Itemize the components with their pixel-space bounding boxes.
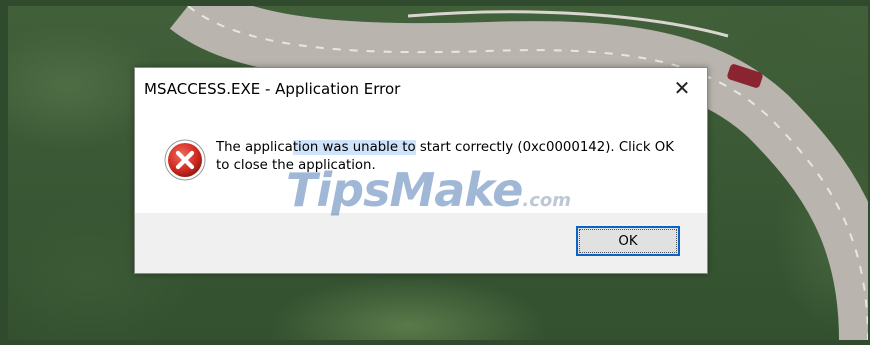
message-selected-text: tion was unable to: [292, 140, 416, 155]
watermark: TipsMake.com: [286, 163, 571, 217]
dialog-footer: OK: [135, 213, 707, 273]
ok-button[interactable]: OK: [576, 226, 680, 256]
dialog-titlebar[interactable]: MSACCESS.EXE - Application Error ✕: [135, 68, 707, 110]
dialog-title: MSACCESS.EXE - Application Error: [144, 80, 401, 98]
message-text-start: The applica: [216, 140, 293, 155]
watermark-main: TipsMake: [286, 163, 523, 217]
focus-rect: [579, 229, 677, 253]
close-icon[interactable]: ✕: [671, 77, 693, 99]
error-icon: [164, 139, 206, 181]
watermark-sub: .com: [522, 190, 572, 211]
